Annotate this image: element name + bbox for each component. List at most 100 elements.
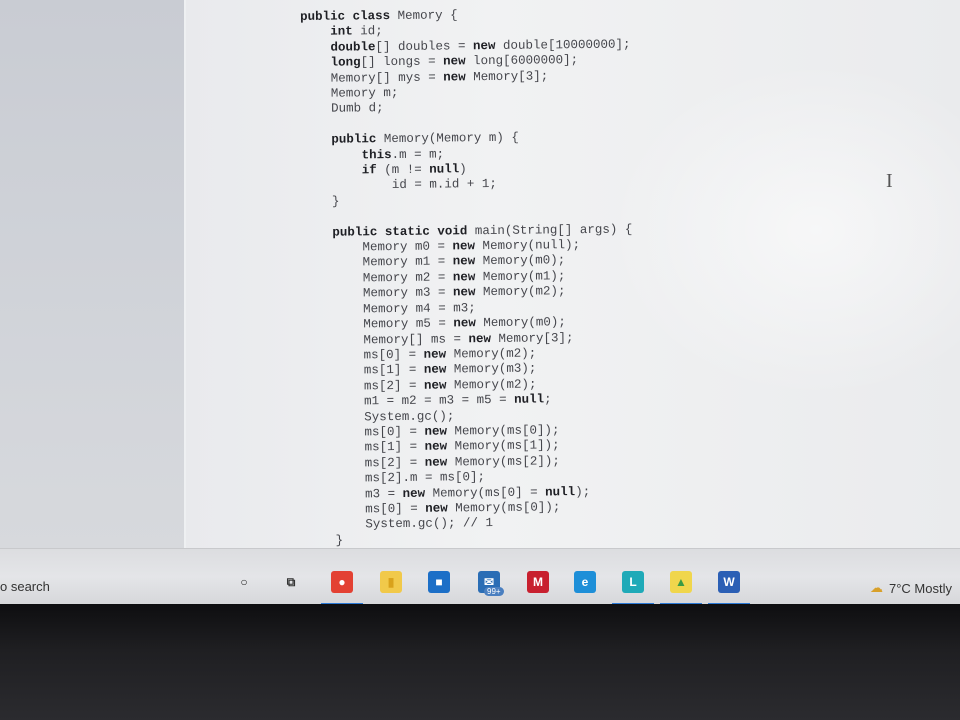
taskbar: o search ○ ⧉ ● ▮ ■ ✉ 99+ Me L ▲ W ☁ 7°C Mostly <box>0 548 960 606</box>
code-text: System.gc(); // 1 <box>305 516 493 533</box>
chrome-icon[interactable]: ● <box>331 571 353 593</box>
code-text: Memory m; <box>300 86 399 102</box>
code-text: ms[2].m = ms[0]; <box>304 470 486 487</box>
code-text: ms[1] = <box>304 440 425 456</box>
search-box[interactable]: o search <box>0 579 50 594</box>
chart-app-icon[interactable]: ▲ <box>670 571 692 593</box>
code-keyword: new <box>425 501 448 516</box>
code-text: Memory m2 = <box>302 270 453 286</box>
code-keyword: new <box>423 347 447 362</box>
code-keyword: if <box>361 163 377 178</box>
code-text: Memory(ms[1]); <box>447 438 560 454</box>
weather-widget[interactable]: ☁ 7°C Mostly <box>870 580 952 596</box>
code-text: Memory[] mys = <box>300 70 444 86</box>
store-icon[interactable]: ■ <box>428 571 450 593</box>
code-text: [] doubles = <box>375 39 474 55</box>
code-text: Memory[3]; <box>465 69 549 84</box>
code-text: Memory(Memory m) { <box>376 130 519 147</box>
code-keyword: new <box>452 285 476 300</box>
code-keyword: new <box>402 486 426 501</box>
code-keyword: new <box>424 439 448 455</box>
code-keyword: public class <box>300 9 391 24</box>
code-keyword: new <box>452 270 476 285</box>
code-text: id = m.id + 1; <box>301 177 497 194</box>
weather-text: 7°C Mostly <box>889 580 952 596</box>
code-text: id; <box>352 24 383 39</box>
code-keyword: public static void <box>332 223 468 240</box>
code-text: } <box>301 194 340 209</box>
code-text: Memory m5 = <box>303 316 454 333</box>
code-text: Memory(null); <box>474 238 581 254</box>
code-text: ) <box>459 162 467 177</box>
mcafee-icon[interactable]: M <box>527 571 549 593</box>
code-text: Memory(m2); <box>446 346 537 362</box>
code-text: Memory m3 = <box>302 285 454 302</box>
code-text: Memory(m0); <box>475 315 566 331</box>
code-text: ms[0] = <box>304 424 425 440</box>
weather-icon: ☁ <box>870 580 883 595</box>
word-icon[interactable]: W <box>718 571 740 593</box>
code-text: ms[0] = <box>305 501 426 517</box>
code-text: Memory(ms[0]); <box>447 500 561 516</box>
code-text: Memory(ms[0]); <box>446 423 560 439</box>
laptop-bezel <box>0 604 960 720</box>
code-keyword: null <box>429 162 460 177</box>
code-keyword: new <box>468 331 492 346</box>
text-cursor-icon: I <box>886 170 893 192</box>
code-keyword: new <box>452 254 476 269</box>
code-keyword: long <box>330 55 361 70</box>
code-text: Memory(m0); <box>475 253 566 269</box>
code-keyword: new <box>424 455 448 470</box>
code-text: Dumb d; <box>300 101 384 117</box>
launcher-l-icon[interactable]: L <box>622 571 644 593</box>
code-keyword: new <box>472 38 496 54</box>
code-text: main(String[] args) { <box>467 222 633 238</box>
code-keyword: new <box>452 239 476 254</box>
left-pane <box>0 0 186 548</box>
code-editor[interactable]: public class Memory { int id; double[] d… <box>186 0 960 548</box>
code-text: (m != <box>376 162 430 178</box>
code-text: ; <box>544 392 552 407</box>
code-text: ms[1] = <box>303 363 424 379</box>
code-text: long[6000000]; <box>465 53 579 69</box>
code-text: ms[0] = <box>303 347 424 363</box>
code-keyword: int <box>330 24 353 40</box>
code-text: ms[2] = <box>304 455 425 471</box>
code-text: Memory m4 = m3; <box>303 300 476 317</box>
code-text: ); <box>575 484 591 499</box>
code-keyword: new <box>424 424 448 439</box>
code-text: Memory(m2); <box>475 284 566 300</box>
code-block[interactable]: public class Memory { int id; double[] d… <box>300 7 636 550</box>
task-view-icon[interactable]: ⧉ <box>280 571 302 593</box>
code-keyword: this <box>361 147 392 163</box>
screen: public class Memory { int id; double[] d… <box>0 0 960 604</box>
code-text: Memory[3]; <box>490 330 574 346</box>
mail-badge: 99+ <box>484 587 504 596</box>
screen-glare <box>606 60 960 400</box>
code-keyword: new <box>443 69 466 85</box>
cortana-icon[interactable]: ○ <box>233 571 255 593</box>
code-keyword: new <box>423 362 447 378</box>
code-keyword: new <box>453 316 476 331</box>
code-keyword: new <box>443 54 466 69</box>
code-text: Memory m1 = <box>302 254 453 271</box>
code-keyword: public <box>331 132 377 147</box>
code-text: Memory m0 = <box>302 239 453 256</box>
code-keyword: double <box>330 40 376 55</box>
code-text: double[10000000]; <box>495 37 631 53</box>
edge-icon[interactable]: e <box>574 571 596 593</box>
code-text: m3 = <box>305 486 403 502</box>
file-explorer-icon[interactable]: ▮ <box>380 571 402 593</box>
code-text: Memory(m1); <box>475 269 566 285</box>
code-text: m1 = m2 = m3 = m5 = <box>304 392 515 410</box>
code-text: Memory(m2); <box>446 377 537 393</box>
code-text: Memory(ms[0] = <box>425 485 546 501</box>
code-text: Memory(m3); <box>446 361 537 377</box>
code-text: } <box>305 533 344 548</box>
